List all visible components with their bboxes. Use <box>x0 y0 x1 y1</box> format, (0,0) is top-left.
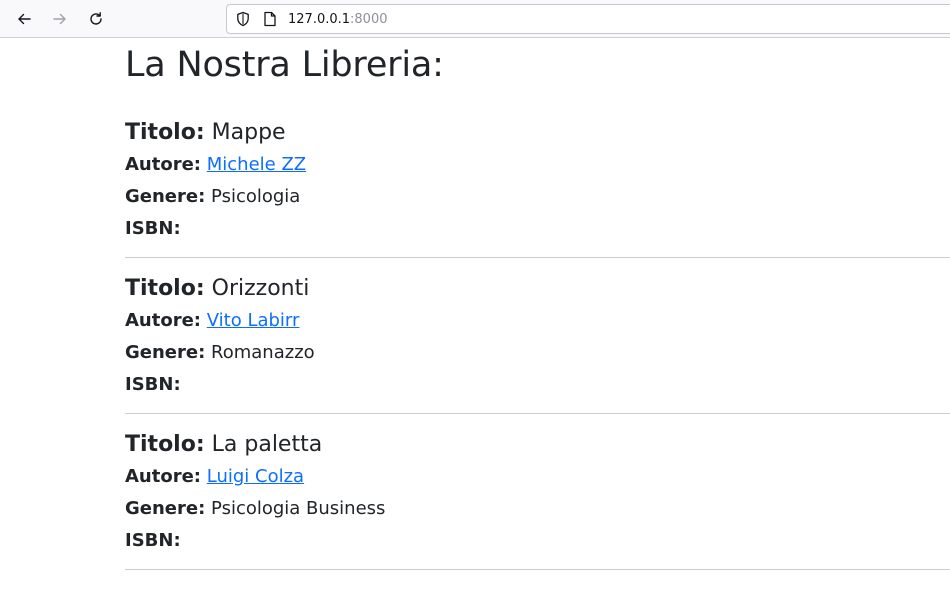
reload-button[interactable] <box>84 7 108 31</box>
page-content: La Nostra Libreria: Titolo: Mappe Autore… <box>125 39 950 570</box>
browser-toolbar: 127.0.0.1:8000 <box>0 0 950 38</box>
book-title-row: Titolo: Mappe <box>125 119 950 147</box>
genre-label: Genere: <box>125 498 206 519</box>
title-label: Titolo: <box>125 432 205 457</box>
book-title-row: Titolo: Orizzonti <box>125 275 950 303</box>
isbn-label: ISBN: <box>125 530 181 551</box>
shield-icon[interactable] <box>235 11 251 27</box>
author-label: Autore: <box>125 154 201 175</box>
book-isbn-row: ISBN: <box>125 529 950 553</box>
book-author-row: Autore: Michele ZZ <box>125 153 950 177</box>
back-button[interactable] <box>12 7 36 31</box>
isbn-label: ISBN: <box>125 374 181 395</box>
book-isbn-row: ISBN: <box>125 217 950 241</box>
author-label: Autore: <box>125 310 201 331</box>
book-genre-row: Genere: Psicologia Business <box>125 497 950 521</box>
divider <box>125 569 950 570</box>
book-entry: Titolo: Mappe Autore: Michele ZZ Genere:… <box>125 86 950 258</box>
book-title-row: Titolo: La paletta <box>125 431 950 459</box>
title-label: Titolo: <box>125 276 205 301</box>
book-entry: Titolo: Orizzonti Autore: Vito Labirr Ge… <box>125 258 950 414</box>
title-label: Titolo: <box>125 120 205 145</box>
book-genre: Romanazzo <box>211 342 315 363</box>
book-isbn-row: ISBN: <box>125 373 950 397</box>
page-title: La Nostra Libreria: <box>125 45 444 85</box>
genre-label: Genere: <box>125 342 206 363</box>
book-genre-row: Genere: Psicologia <box>125 185 950 209</box>
book-genre: Psicologia Business <box>211 498 386 519</box>
book-title: La paletta <box>211 432 323 457</box>
book-title: Mappe <box>211 120 286 145</box>
genre-label: Genere: <box>125 186 206 207</box>
book-author-row: Autore: Vito Labirr <box>125 309 950 333</box>
arrow-right-icon <box>53 13 66 25</box>
book-genre: Psicologia <box>211 186 301 207</box>
arrow-left-icon <box>18 13 31 25</box>
url-text[interactable]: 127.0.0.1:8000 <box>288 12 388 27</box>
isbn-label: ISBN: <box>125 218 181 239</box>
url-port: :8000 <box>350 12 388 27</box>
url-bar[interactable]: 127.0.0.1:8000 <box>226 4 950 34</box>
author-link[interactable]: Vito Labirr <box>207 310 300 331</box>
forward-button[interactable] <box>48 7 72 31</box>
book-author-row: Autore: Luigi Colza <box>125 465 950 489</box>
book-title: Orizzonti <box>211 276 310 301</box>
author-label: Autore: <box>125 466 201 487</box>
reload-icon <box>90 12 102 25</box>
page-icon[interactable] <box>263 11 277 27</box>
book-genre-row: Genere: Romanazzo <box>125 341 950 365</box>
book-entry: Titolo: La paletta Autore: Luigi Colza G… <box>125 414 950 570</box>
author-link[interactable]: Michele ZZ <box>207 154 306 175</box>
author-link[interactable]: Luigi Colza <box>207 466 304 487</box>
url-host: 127.0.0.1 <box>288 12 351 27</box>
